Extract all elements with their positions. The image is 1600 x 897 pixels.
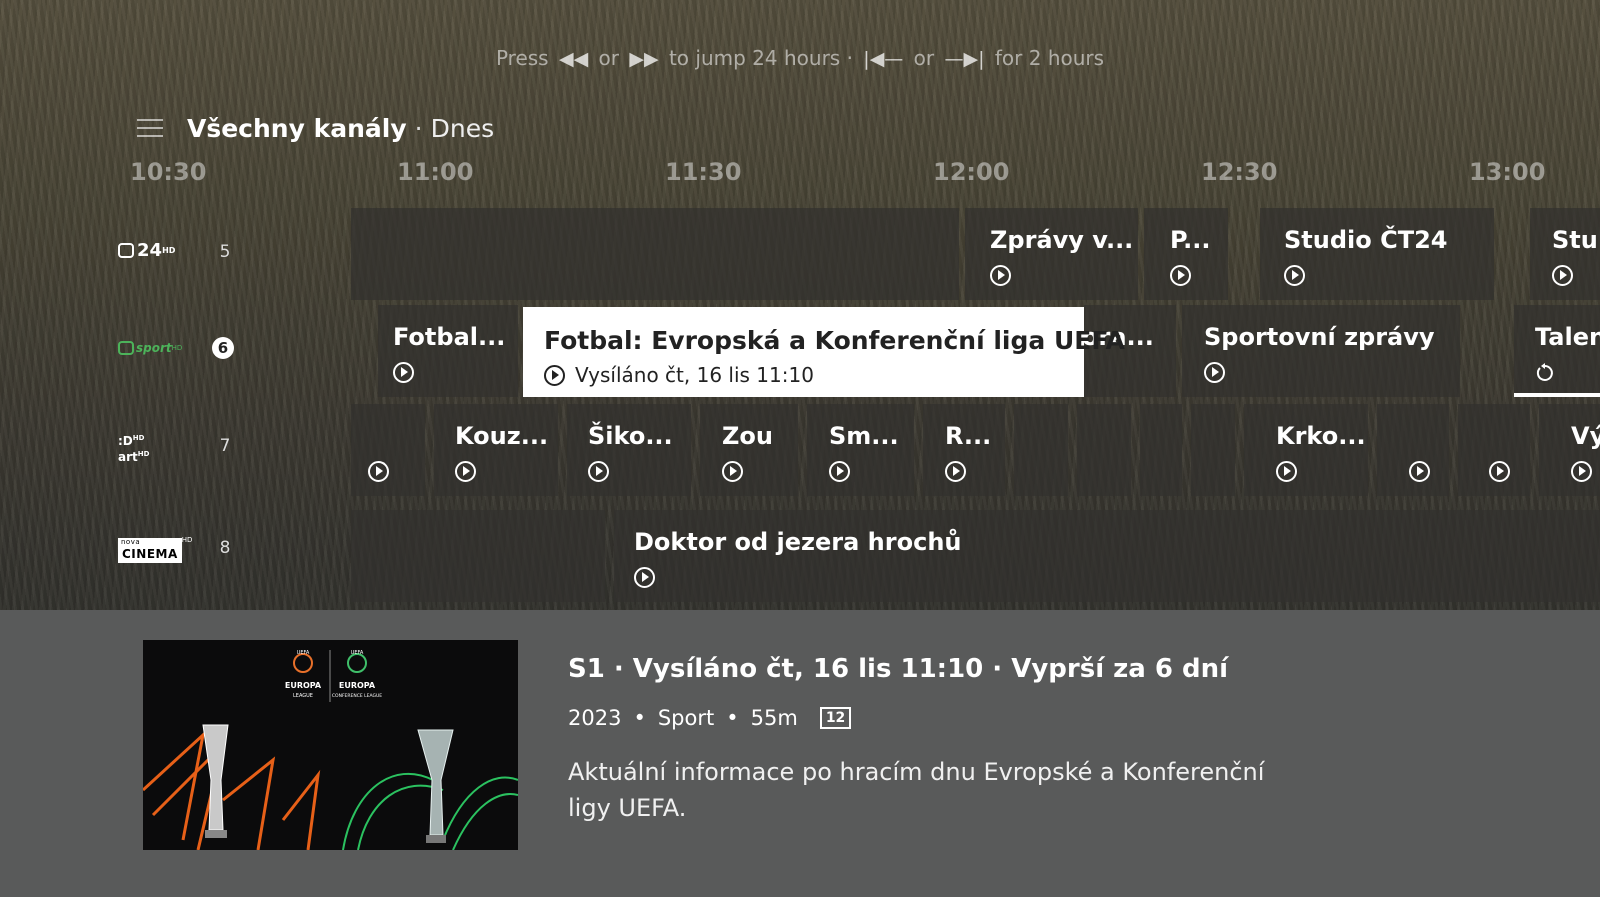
play-icon [634, 567, 655, 588]
hint-dot: · [846, 46, 853, 70]
conference-league-sub: CONFERENCE LEAGUE [332, 693, 382, 699]
genre: Sport [657, 706, 715, 730]
channel-number-selected: 6 [212, 337, 234, 359]
play-icon [1571, 461, 1592, 482]
broadcast-info: S1 · Vysíláno čt, 16 lis 11:10 · Vyprší … [568, 654, 1229, 684]
program-cell[interactable] [1140, 404, 1182, 496]
hint-jump-24: to jump 24 hours [668, 46, 841, 70]
nova-cinema-logo: nova CINEMA HD [118, 536, 194, 564]
meta-dot: • [726, 706, 739, 730]
focused-program-airtime: Vysíláno čt, 16 lis 11:10 [575, 363, 814, 387]
time-slot: 10:30 [130, 158, 207, 186]
play-icon [1552, 265, 1573, 286]
program-cell[interactable] [351, 404, 425, 496]
program-cell[interactable]: Šiko... [567, 404, 691, 496]
hint-or-1: or [598, 46, 620, 70]
age-rating-badge: 12 [819, 707, 852, 729]
fast-forward-icon: ▶▶ [629, 48, 659, 70]
navigation-hint: Press ◀◀ or ▶▶ to jump 24 hours · |◀— or… [0, 46, 1600, 70]
channel-number: 8 [219, 538, 231, 558]
play-icon [990, 265, 1011, 286]
time-slot: 13:00 [1469, 158, 1546, 186]
skip-forward-icon: —▶| [944, 48, 985, 70]
menu-icon[interactable] [137, 117, 163, 139]
guide-header: Všechny kanály · Dnes [137, 110, 494, 146]
program-cell[interactable]: Talen [1514, 305, 1600, 397]
duration: 55m [750, 706, 798, 730]
detail-panel: UEFA UEFA EUROPA LEAGUE EUROPA CONFERENC… [0, 610, 1600, 897]
focused-program-title: Fotbal: Evropská a Konferenční liga UEFA [544, 326, 1125, 355]
program-cell[interactable]: Studio ČT24 [1260, 208, 1494, 300]
time-slot: 11:00 [397, 158, 474, 186]
hint-for-2: for 2 hours [994, 46, 1105, 70]
time-slot: 12:00 [933, 158, 1010, 186]
play-icon [455, 461, 476, 482]
program-cell[interactable]: Kouz... [434, 404, 558, 496]
uefa-text-2: UEFA [351, 650, 364, 656]
channel-number: 5 [219, 242, 231, 262]
channel-number: 7 [219, 436, 231, 456]
play-icon [1276, 461, 1297, 482]
program-cell[interactable] [1014, 404, 1068, 496]
ct24-logo: 24 HD [118, 236, 194, 264]
program-cell[interactable]: Zou [700, 404, 798, 496]
program-cell[interactable]: Sm... [807, 404, 914, 496]
skip-back-icon: |◀— [863, 48, 904, 70]
play-icon [1409, 461, 1430, 482]
program-cell[interactable]: Vý [1539, 404, 1600, 496]
channel-ct24[interactable]: 24 HD 5 [118, 236, 230, 264]
play-icon [544, 365, 565, 386]
rewind-icon: ◀◀ [558, 48, 589, 70]
program-cell[interactable]: Zprávy v... [965, 208, 1138, 300]
europa-league-logo: EUROPA [285, 681, 322, 690]
program-description: Aktuální informace po hracím dnu Evropsk… [568, 758, 1265, 822]
hint-press: Press [495, 46, 549, 70]
day-label[interactable]: Dnes [431, 114, 495, 143]
year: 2023 [568, 706, 622, 730]
time-slot: 11:30 [665, 158, 742, 186]
header-separator: · [414, 113, 423, 143]
play-icon [945, 461, 966, 482]
play-icon [1204, 362, 1225, 383]
play-icon [829, 461, 850, 482]
program-cell[interactable] [1077, 404, 1131, 496]
channel-nova-cinema[interactable]: nova CINEMA HD 8 [118, 536, 230, 564]
ct-sport-logo: sport HD [118, 334, 194, 362]
play-icon [588, 461, 609, 482]
focused-program[interactable]: Fotbal: Evropská a Konferenční liga UEFA… [523, 307, 1125, 397]
progress-bar [1514, 393, 1600, 397]
program-thumbnail[interactable]: UEFA UEFA EUROPA LEAGUE EUROPA CONFERENC… [143, 640, 518, 850]
replay-icon [1536, 363, 1553, 381]
channel-ct-d-art[interactable]: :DHD artHD 7 [118, 432, 230, 464]
channel-ct-sport[interactable]: sport HD 6 [118, 334, 234, 362]
play-icon [1284, 265, 1305, 286]
channel-filter-title[interactable]: Všechny kanály [187, 114, 407, 143]
program-cell[interactable] [351, 208, 959, 300]
program-cell[interactable] [1191, 404, 1235, 496]
play-icon [368, 461, 389, 482]
program-cell[interactable] [1458, 404, 1530, 496]
program-cell[interactable]: Krko... [1244, 404, 1368, 496]
program-metadata: 2023 • Sport • 55m 12 [568, 706, 852, 730]
time-slot: 12:30 [1201, 158, 1278, 186]
program-cell[interactable]: Sportovní zprávy [1182, 305, 1460, 397]
conference-league-logo: EUROPA [339, 681, 376, 690]
hint-or-2: or [913, 46, 935, 70]
ct-d-art-logo: :DHD artHD [118, 434, 150, 464]
play-icon [1489, 461, 1510, 482]
meta-dot: • [633, 706, 646, 730]
europa-league-sub: LEAGUE [293, 693, 313, 699]
program-cell[interactable]: R... [923, 404, 1005, 496]
program-cell[interactable] [351, 510, 605, 602]
program-cell[interactable]: Stu [1530, 208, 1600, 300]
uefa-text-1: UEFA [297, 650, 310, 656]
program-cell[interactable]: Doktor od jezera hrochů [614, 510, 1600, 602]
play-icon [393, 362, 414, 383]
play-icon [1170, 265, 1191, 286]
program-cell[interactable]: P... [1144, 208, 1228, 300]
play-icon [722, 461, 743, 482]
program-cell[interactable]: Fotbal... [378, 305, 518, 397]
program-cell[interactable] [1377, 404, 1449, 496]
